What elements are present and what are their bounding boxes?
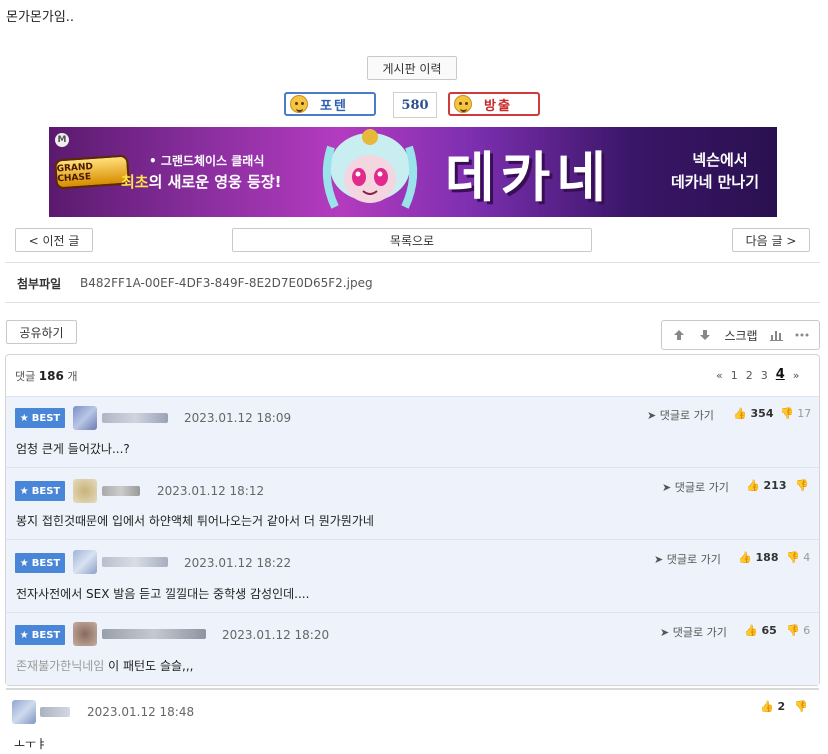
ad-hero-name: 데카네	[445, 146, 613, 209]
comment: 2023.01.12 18:48 👍 2 👎 ㅗㅜㅑ	[6, 688, 819, 754]
best-comment: ★ BEST 2023.01.12 18:20 ➤ 댓글로 가기 👍 65 👎 6…	[6, 612, 819, 685]
best-badge: ★ BEST	[15, 625, 65, 645]
upvote-button[interactable]: 👍 213	[746, 479, 787, 492]
avatar[interactable]	[73, 406, 97, 430]
ad-cta-line-2: 데카네 만나기	[670, 173, 760, 191]
ad-cta-line-1: 넥슨에서	[692, 151, 748, 169]
pager-last[interactable]: »	[793, 369, 800, 382]
arrow-down-icon[interactable]	[692, 329, 718, 341]
best-badge: ★ BEST	[15, 553, 65, 573]
pager-page[interactable]: 1	[731, 369, 738, 382]
best-badge: ★ BEST	[15, 481, 65, 501]
post-tools: 스크랩	[661, 320, 820, 350]
goto-comment-link[interactable]: ➤ 댓글로 가기	[660, 624, 727, 640]
banish-button[interactable]: 방출	[448, 92, 540, 116]
mention-nickname[interactable]: 존재불가한닉네임	[16, 659, 104, 673]
nickname-blurred[interactable]	[102, 629, 206, 639]
attachment-filename[interactable]: B482FF1A-00EF-4DF3-849F-8E2D7E0D65F2.jpe…	[80, 276, 373, 290]
potent-label: 포텐	[320, 98, 348, 114]
comment-text: 전자사전에서 SEX 발음 듣고 낄낄대는 중학생 감성인데....	[16, 587, 310, 601]
best-comment: ★ BEST 2023.01.12 18:09 ➤ 댓글로 가기 👍 354 👎 …	[6, 396, 819, 467]
attachment-label: 첨부파일	[17, 277, 62, 291]
pager-page[interactable]: 2	[746, 369, 753, 382]
thumbs-face-icon	[454, 95, 472, 113]
comment-pager: « 1 2 3 4 »	[716, 367, 808, 382]
best-badge: ★ BEST	[15, 408, 65, 428]
upvote-button[interactable]: 👍 354	[733, 407, 774, 420]
avatar[interactable]	[73, 550, 97, 574]
downvote-button[interactable]: 👎	[794, 700, 808, 713]
upvote-button[interactable]: 👍 2	[760, 700, 785, 713]
best-comment: ★ BEST 2023.01.12 18:22 ➤ 댓글로 가기 👍 188 👎 …	[6, 539, 819, 612]
comment-date: 2023.01.12 18:09	[184, 411, 292, 425]
comment-date: 2023.01.12 18:20	[222, 628, 330, 642]
pager-first[interactable]: «	[716, 369, 723, 382]
arrow-up-icon[interactable]	[666, 329, 692, 341]
ad-tagline-1: • 그랜드체이스 클래식	[149, 154, 265, 168]
nickname-blurred[interactable]	[40, 707, 70, 717]
upvote-button[interactable]: 👍 65	[744, 624, 777, 637]
downvote-button[interactable]: 👎 17	[780, 407, 811, 420]
next-post-button[interactable]: 다음 글 >	[732, 228, 810, 252]
share-button[interactable]: 공유하기	[6, 320, 77, 344]
vote-row: 포텐 580 방출	[0, 92, 828, 118]
game-logo: GRAND CHASE	[54, 154, 130, 190]
downvote-button[interactable]: 👎 4	[786, 551, 810, 564]
thumbs-face-icon	[290, 95, 308, 113]
goto-comment-link[interactable]: ➤ 댓글로 가기	[662, 479, 729, 495]
goto-comment-link[interactable]: ➤ 댓글로 가기	[654, 551, 721, 567]
comment-date: 2023.01.12 18:12	[157, 484, 265, 498]
ad-banner[interactable]: M GRAND CHASE • 그랜드체이스 클래식 최초의 새로운 영웅 등장…	[49, 127, 777, 217]
goto-comment-link[interactable]: ➤ 댓글로 가기	[647, 407, 714, 423]
pager-current[interactable]: 4	[776, 367, 785, 382]
divider	[5, 262, 820, 263]
vote-count: 580	[393, 92, 437, 118]
comment-count-header: 댓글 186 개	[15, 369, 78, 383]
prev-post-button[interactable]: < 이전 글	[15, 228, 93, 252]
banish-label: 방출	[484, 98, 512, 114]
nickname-blurred[interactable]	[102, 486, 140, 496]
potent-button[interactable]: 포텐	[284, 92, 376, 116]
best-comment: ★ BEST 2023.01.12 18:12 ➤ 댓글로 가기 👍 213 👎 …	[6, 467, 819, 539]
scrap-button[interactable]: 스크랩	[718, 327, 764, 344]
list-button[interactable]: 목록으로	[232, 228, 592, 252]
comment-text: 엄청 큰게 들어갔나...?	[16, 442, 130, 456]
avatar[interactable]	[12, 700, 36, 724]
stats-icon[interactable]	[764, 329, 788, 341]
nickname-blurred[interactable]	[102, 557, 168, 567]
upvote-button[interactable]: 👍 188	[738, 551, 779, 564]
comment-text: 봉지 접힌것때문에 입에서 하얀액체 튀어나오는거 같아서 더 뭔가뭔가네	[16, 514, 374, 528]
board-history-button[interactable]: 게시판 이력	[367, 56, 457, 80]
avatar[interactable]	[73, 622, 97, 646]
comment-date: 2023.01.12 18:48	[87, 705, 195, 719]
pager-page[interactable]: 3	[761, 369, 768, 382]
comment-text: ㅗㅜㅑ	[14, 737, 48, 751]
comment-date: 2023.01.12 18:22	[184, 556, 292, 570]
ad-corner-badge: M	[55, 133, 69, 147]
downvote-button[interactable]: 👎	[795, 479, 809, 492]
divider	[5, 302, 820, 303]
post-body-tail: 몬가몬가임..	[6, 10, 75, 25]
avatar[interactable]	[73, 479, 97, 503]
character-illustration	[322, 129, 418, 209]
comment-text: 존재불가한닉네임 이 패턴도 슬슬,,,	[16, 659, 194, 673]
nickname-blurred[interactable]	[102, 413, 168, 423]
ad-tagline-2: 최초의 새로운 영웅 등장!	[121, 173, 282, 191]
downvote-button[interactable]: 👎 6	[786, 624, 810, 637]
more-icon[interactable]	[788, 333, 816, 337]
